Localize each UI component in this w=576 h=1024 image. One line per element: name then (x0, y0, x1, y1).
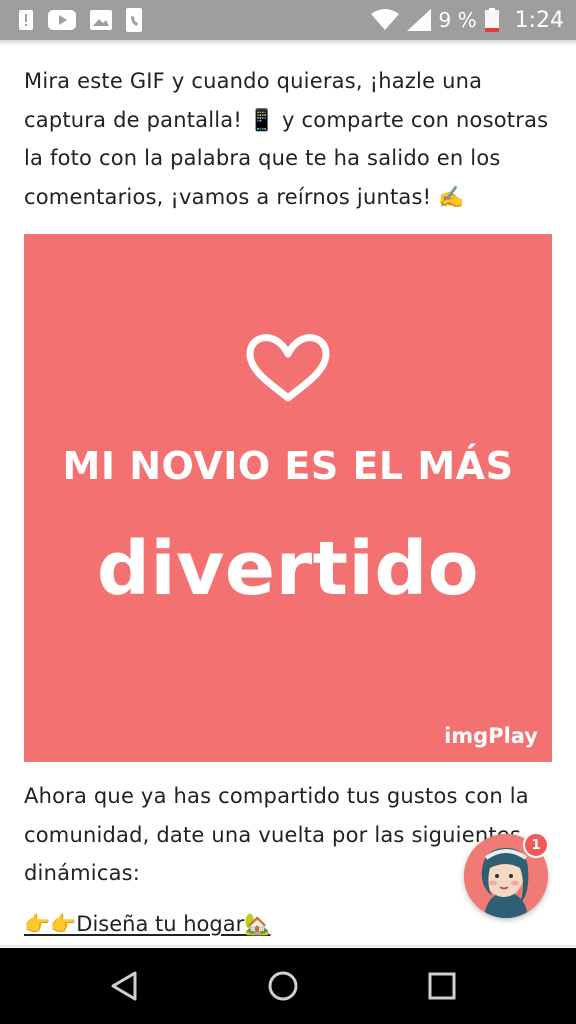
gallery-icon (90, 10, 112, 30)
recents-button[interactable] (402, 948, 482, 1024)
navigation-bar (0, 948, 576, 1024)
signal-icon (406, 9, 431, 31)
heart-icon (246, 334, 330, 402)
phone-icon (126, 8, 142, 32)
recents-icon (428, 972, 456, 1000)
back-icon (111, 971, 137, 1001)
clock: 1:24 (514, 7, 564, 33)
battery-low-icon (484, 8, 499, 32)
notification-alert-icon (18, 9, 34, 31)
gif-highlight-word: divertido (96, 526, 480, 612)
article-content: Mira este GIF y cuando quieras, ¡hazle u… (0, 40, 576, 945)
imgplay-watermark: imgPlay (444, 724, 538, 748)
status-bar: 9 % 1:24 (0, 0, 576, 40)
notification-badge: 1 (523, 832, 549, 858)
gif-headline: MI NOVIO ES EL MÁS (62, 444, 514, 488)
back-button[interactable] (84, 948, 164, 1024)
top-shadow (0, 40, 576, 46)
intro-paragraph: Mira este GIF y cuando quieras, ¡hazle u… (24, 69, 549, 209)
wifi-icon (370, 9, 399, 31)
battery-percent: 9 % (438, 8, 477, 32)
home-icon (268, 971, 298, 1001)
youtube-icon (48, 10, 76, 30)
gif-image[interactable]: MI NOVIO ES EL MÁS divertido imgPlay (24, 234, 552, 762)
disena-tu-hogar-link[interactable]: 👉👉Diseña tu hogar🏡 (24, 912, 270, 937)
home-button[interactable] (243, 948, 323, 1024)
